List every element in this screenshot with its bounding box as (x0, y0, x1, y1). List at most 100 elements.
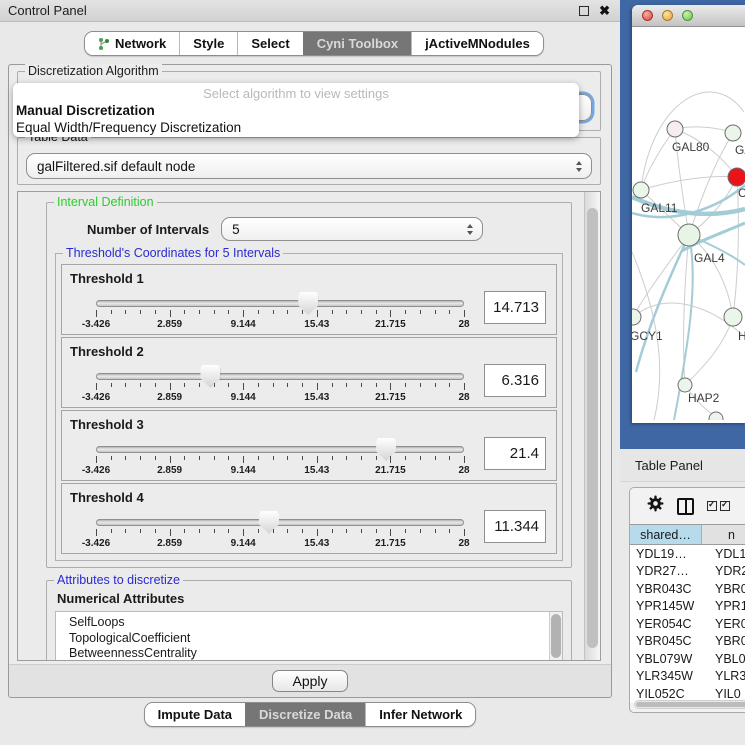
settings-scroll-panel: Interval Definition Number of Intervals … (17, 191, 601, 661)
tab-label: Network (115, 36, 166, 51)
tick-label: 2.859 (157, 465, 182, 476)
tab-style[interactable]: Style (179, 32, 237, 55)
table-row[interactable]: YBR045CYBR0 (630, 633, 745, 651)
table-header-row: shared… n (630, 524, 745, 545)
minimize-traffic-light-icon[interactable] (662, 10, 673, 21)
table-row[interactable]: YBL079WYBL0 (630, 650, 745, 668)
tab-label: Cyni Toolbox (317, 36, 398, 51)
dropdown-option-manual-discretization[interactable]: Manual Discretization (13, 102, 579, 119)
cell-shared-name: YDL19… (630, 547, 702, 561)
threshold-2-panel: Threshold 2-3.4262.8599.14415.4321.71528… (61, 337, 557, 408)
table-row[interactable]: YBR043CYBR0 (630, 580, 745, 598)
attributes-list-scrollbar[interactable] (549, 612, 562, 660)
threshold-2-value-field[interactable]: 6.316 (484, 364, 546, 397)
tick-label: 15.43 (304, 392, 329, 403)
attribute-list-item[interactable]: SelfLoops (69, 615, 549, 631)
cell-name: YIL0 (702, 687, 745, 701)
tab-label: jActiveMNodules (425, 36, 530, 51)
column-header-name[interactable]: n (702, 525, 745, 544)
threshold-1-slider-track[interactable] (96, 300, 464, 307)
tick-label: 2.859 (157, 538, 182, 549)
apply-button[interactable]: Apply (272, 670, 347, 692)
threshold-2-slider-track[interactable] (96, 373, 464, 380)
table-row[interactable]: YDR27…YDR2 (630, 563, 745, 581)
number-of-intervals-combobox[interactable]: 5 (221, 217, 483, 241)
network-canvas[interactable]: GAL80GACGAL11GAL4GCY1HHAP2 (632, 27, 745, 423)
columns-icon[interactable] (677, 498, 694, 515)
close-traffic-light-icon[interactable] (642, 10, 653, 21)
tick-label: -3.426 (82, 538, 110, 549)
attribute-list-item[interactable]: TopologicalCoefficient (69, 631, 549, 647)
threshold-4-slider-track[interactable] (96, 519, 464, 526)
control-panel-title: Control Panel (8, 3, 87, 18)
threshold-4-value-field[interactable]: 11.344 (484, 510, 546, 543)
interval-definition-group: Interval Definition Number of Intervals … (46, 202, 572, 568)
network-node-label: GCY1 (632, 329, 663, 343)
bottom-tab-discretize-data[interactable]: Discretize Data (245, 703, 365, 726)
table-row[interactable]: YLR345WYLR3 (630, 668, 745, 686)
tick-label: 15.43 (304, 319, 329, 330)
table-panel-titlebar: Table Panel (620, 449, 745, 482)
select-columns-checkboxes-icon[interactable] (707, 501, 730, 511)
thresholds-group: Threshold's Coordinates for 5 Intervals … (55, 253, 563, 561)
bottom-tab-bar: Impute Data Discretize DataInfer Network (0, 702, 620, 727)
threshold-3-slider-track[interactable] (96, 446, 464, 453)
slider-tick-labels: -3.4262.8599.14415.4321.71528 (96, 538, 464, 551)
threshold-4-panel: Threshold 4-3.4262.8599.14415.4321.71528… (61, 483, 557, 554)
tab-label: Impute Data (158, 707, 232, 722)
cell-name: YLR3 (702, 669, 745, 683)
table-panel-card: shared… n YDL19…YDL1YDR27…YDR2YBR043CYBR… (629, 487, 745, 713)
tab-jactivemnodules[interactable]: jActiveMNodules (411, 32, 543, 55)
tick-label: 2.859 (157, 319, 182, 330)
bottom-tab-impute-data[interactable]: Impute Data (145, 703, 245, 726)
threshold-1-value-field[interactable]: 14.713 (484, 291, 546, 324)
settings-vertical-scrollbar[interactable] (584, 192, 600, 660)
table-row[interactable]: YPR145WYPR1 (630, 598, 745, 616)
network-node-h[interactable] (724, 308, 742, 326)
attribute-list-item[interactable]: BetweennessCentrality (69, 646, 549, 660)
tab-select[interactable]: Select (237, 32, 302, 55)
tick-label: 28 (458, 538, 469, 549)
tick-label: 21.715 (375, 465, 406, 476)
network-node-c[interactable] (728, 168, 745, 186)
combobox-spinner-icon[interactable] (576, 161, 591, 172)
threshold-3-value-field[interactable]: 21.4 (484, 437, 546, 470)
gear-icon[interactable] (647, 495, 664, 517)
slider-ticks (96, 456, 464, 464)
column-header-shared-name[interactable]: shared… (630, 525, 702, 544)
network-node-gal11[interactable] (633, 182, 649, 198)
network-view-window: GAL80GACGAL11GAL4GCY1HHAP2 (620, 0, 745, 449)
network-node-hap2[interactable] (678, 378, 692, 392)
close-icon[interactable]: ✖ (599, 3, 610, 19)
network-node-label: GAL80 (672, 140, 710, 154)
slider-tick-labels: -3.4262.8599.14415.4321.71528 (96, 465, 464, 478)
bottom-tab-infer-network[interactable]: Infer Network (365, 703, 475, 726)
table-row[interactable]: YER054CYER0 (630, 615, 745, 633)
network-window-titlebar[interactable] (632, 5, 745, 27)
network-node-ga[interactable] (725, 125, 741, 141)
control-panel: Control Panel ✖ Network StyleSelect Cyni T… (0, 0, 620, 745)
table-data-combobox[interactable]: galFiltered.sif default node (26, 153, 592, 179)
table-row[interactable]: YDL19…YDL1 (630, 545, 745, 563)
numerical-attributes-label: Numerical Attributes (57, 591, 563, 606)
table-toolbar (630, 488, 745, 524)
discretization-algorithm-label: Discretization Algorithm (25, 64, 162, 78)
zoom-traffic-light-icon[interactable] (682, 10, 693, 21)
cell-shared-name: YLR345W (630, 669, 702, 683)
tab-network[interactable]: Network (85, 32, 179, 55)
slider-ticks (96, 310, 464, 318)
threshold-2-label: Threshold 2 (70, 344, 548, 359)
network-graph: GAL80GACGAL11GAL4GCY1HHAP2 (632, 27, 745, 420)
cell-shared-name: YDR27… (630, 564, 702, 578)
combobox-spinner-icon[interactable] (467, 224, 482, 235)
float-window-icon[interactable] (579, 6, 589, 16)
dropdown-option-equal-width-frequency[interactable]: Equal Width/Frequency Discretization (13, 119, 579, 136)
tick-label: -3.426 (82, 392, 110, 403)
network-node-gal80[interactable] (667, 121, 683, 137)
tick-label: -3.426 (82, 319, 110, 330)
network-node-gal4[interactable] (678, 224, 700, 246)
table-horizontal-scrollbar[interactable] (634, 700, 745, 709)
network-node-label: HAP2 (688, 391, 720, 405)
network-node-gcy1[interactable] (632, 309, 641, 325)
tab-cyni-toolbox[interactable]: Cyni Toolbox (303, 32, 411, 55)
